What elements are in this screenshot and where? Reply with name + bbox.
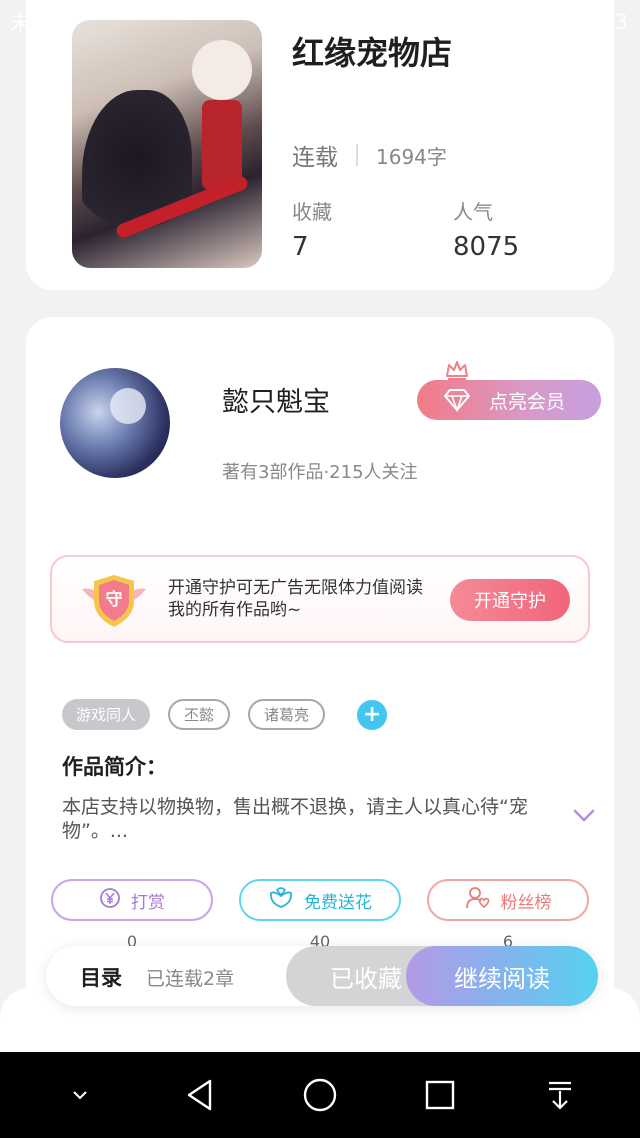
system-nav-bar — [0, 1052, 640, 1138]
mute-icon — [323, 11, 345, 33]
author-avatar[interactable] — [60, 368, 170, 478]
intro-text: 本店支持以物换物，售出概不退换，请主人以真心待“宠物”。... — [62, 796, 528, 842]
open-guard-button[interactable]: 开通守护 — [450, 579, 570, 621]
battery-icon — [517, 13, 560, 31]
book-status-row: 连载 1694字 — [292, 138, 447, 172]
send-flower-label: 免费送花 — [304, 892, 372, 913]
divider — [356, 144, 358, 166]
send-flower-button[interactable]: 免费送花 — [239, 879, 401, 921]
status-icons: 97% 22:03 — [323, 10, 628, 34]
tag-item[interactable]: 游戏同人 — [62, 699, 151, 730]
add-tag-button[interactable]: + — [357, 699, 388, 730]
guard-shield-icon: 守 — [78, 571, 150, 631]
status-bar: 未插卡 97% 22:03 — [0, 0, 640, 44]
tag-item[interactable]: 诸葛亮 — [248, 699, 326, 730]
fans-ranking-button[interactable]: 粉丝榜 — [427, 879, 589, 921]
notification-pull-icon[interactable] — [530, 1065, 590, 1125]
chevron-down-icon[interactable] — [572, 808, 596, 824]
fans-icon — [465, 886, 491, 915]
vip-button[interactable]: 点亮会员 — [417, 380, 601, 420]
fans-ranking-label: 粉丝榜 — [500, 892, 552, 913]
sim-icon — [425, 11, 447, 34]
chapter-count[interactable]: 已连载2章 — [146, 964, 234, 991]
tag-item[interactable]: 丕懿 — [168, 699, 231, 730]
guard-text: 开通守护可无广告无限体力值阅读我的所有作品哟~ — [168, 578, 423, 620]
home-icon[interactable] — [290, 1065, 350, 1125]
toc-button[interactable]: 目录 — [80, 962, 122, 992]
author-info: 著有3部作品·215人关注 — [222, 462, 418, 483]
reward-button[interactable]: 打赏 — [51, 879, 213, 921]
diamond-icon — [443, 388, 471, 413]
carrier-label: 未插卡 — [10, 11, 73, 35]
battery-percent: 97% — [458, 10, 506, 34]
yen-icon — [99, 887, 121, 914]
serial-status: 连载 — [292, 145, 338, 171]
author-name[interactable]: 懿只魁宝 — [222, 380, 330, 419]
crown-icon — [445, 360, 469, 380]
intro-title: 作品简介： — [62, 755, 167, 779]
tag-list: 游戏同人 丕懿 诸葛亮 + — [62, 699, 388, 730]
popularity-label: 人气 — [453, 200, 493, 224]
favorites-label: 收藏 — [292, 200, 332, 224]
bottom-action-bar: 目录 已连载2章 已收藏 继续阅读 — [46, 946, 598, 1006]
word-count: 1694字 — [376, 144, 447, 169]
guard-banner: 守 开通守护可无广告无限体力值阅读我的所有作品哟~ 开通守护 — [50, 555, 590, 643]
back-icon[interactable] — [170, 1065, 230, 1125]
sim-icon — [391, 11, 413, 34]
vip-button-label: 点亮会员 — [489, 390, 566, 413]
reward-label: 打赏 — [131, 892, 165, 913]
book-cover-image[interactable] — [72, 20, 262, 268]
recents-icon[interactable] — [410, 1065, 470, 1125]
favorites-value: 7 — [292, 232, 309, 262]
continue-reading-button[interactable]: 继续阅读 — [406, 946, 598, 1006]
guard-badge-text: 守 — [105, 590, 123, 610]
clock: 22:03 — [567, 10, 628, 34]
flower-icon — [268, 886, 294, 914]
vip-section: 点亮会员 — [417, 360, 601, 420]
wifi-icon — [356, 11, 383, 33]
hide-nav-icon[interactable] — [50, 1065, 110, 1125]
popularity-value: 8075 — [453, 232, 520, 262]
